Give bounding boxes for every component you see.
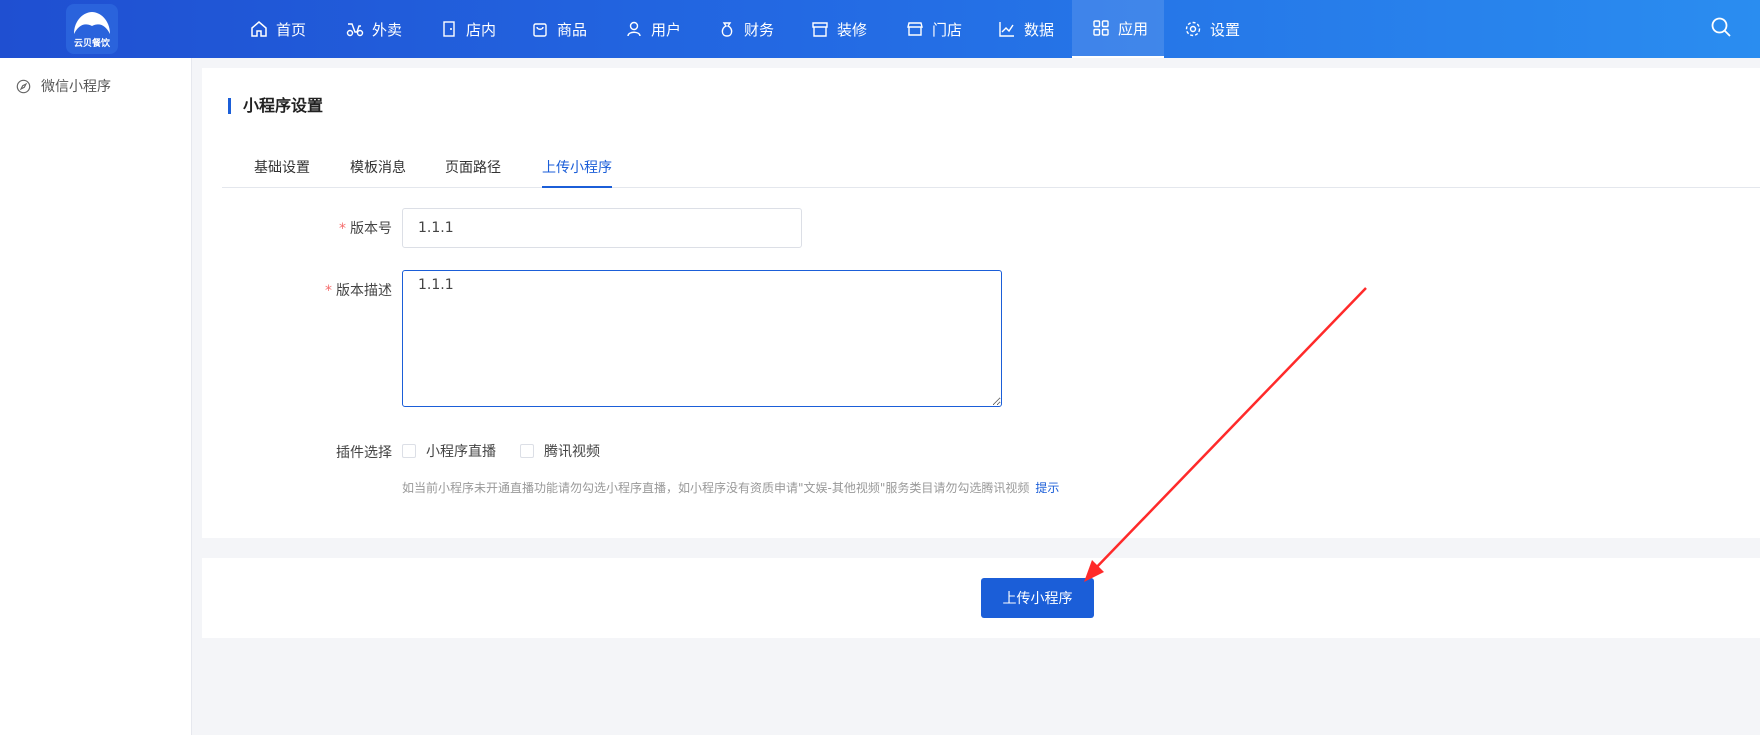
required-mark: * bbox=[339, 221, 346, 237]
tab-template-messages[interactable]: 模板消息 bbox=[350, 156, 406, 188]
nav-item-apps[interactable]: 应用 bbox=[1072, 0, 1164, 58]
action-bar: 上传小程序 bbox=[202, 558, 1760, 638]
tab-page-paths[interactable]: 页面路径 bbox=[445, 156, 501, 188]
required-mark: * bbox=[325, 283, 332, 299]
description-textarea[interactable]: 1.1.1 bbox=[402, 270, 1002, 407]
tab-basic-settings[interactable]: 基础设置 bbox=[254, 156, 310, 188]
tab-bar: 基础设置 模板消息 页面路径 上传小程序 bbox=[222, 156, 1760, 188]
nav-label: 外卖 bbox=[372, 20, 403, 39]
search-icon[interactable] bbox=[1710, 16, 1732, 38]
nav-item-home[interactable]: 首页 bbox=[250, 0, 306, 58]
door-icon bbox=[440, 20, 458, 38]
nav-label: 财务 bbox=[744, 20, 775, 39]
nav-label: 数据 bbox=[1024, 20, 1055, 39]
user-icon bbox=[625, 20, 643, 38]
settings-panel: 小程序设置 基础设置 模板消息 页面路径 上传小程序 *版本号 *版本描述 1.… bbox=[202, 68, 1760, 538]
nav-label: 首页 bbox=[276, 20, 307, 39]
brand-logo[interactable]: 云贝餐饮 bbox=[66, 4, 118, 54]
nav-item-takeaway[interactable]: 外卖 bbox=[346, 0, 402, 58]
nav-label: 装修 bbox=[837, 20, 868, 39]
nav-label: 店内 bbox=[466, 20, 497, 39]
nav-label: 商品 bbox=[557, 20, 588, 39]
version-label: * 版本号 bbox=[242, 218, 392, 238]
plugin-live-checkbox[interactable]: 小程序直播 bbox=[402, 441, 496, 461]
home-icon bbox=[250, 20, 268, 38]
nav-item-data[interactable]: 数据 bbox=[998, 0, 1054, 58]
moneybag-icon bbox=[718, 20, 736, 38]
upload-miniprogram-button[interactable]: 上传小程序 bbox=[981, 578, 1094, 618]
sidebar-item-label: 微信小程序 bbox=[41, 79, 111, 95]
plugin-hint: 如当前小程序未开通直播功能请勿勾选小程序直播，如小程序没有资质申请"文娱-其他视… bbox=[402, 479, 1059, 496]
nav-item-users[interactable]: 用户 bbox=[625, 0, 681, 58]
plugin-checkbox-group: 小程序直播 腾讯视频 bbox=[402, 441, 624, 461]
nav-item-dine-in[interactable]: 店内 bbox=[440, 0, 496, 58]
hint-link[interactable]: 提示 bbox=[1035, 481, 1059, 495]
nav-item-stores[interactable]: 门店 bbox=[906, 0, 962, 58]
hint-text: 如当前小程序未开通直播功能请勿勾选小程序直播，如小程序没有资质申请"文娱-其他视… bbox=[402, 481, 1030, 495]
tab-upload-miniprogram[interactable]: 上传小程序 bbox=[542, 156, 612, 188]
checkbox-box[interactable] bbox=[520, 444, 534, 458]
sidebar: 微信小程序 bbox=[0, 58, 192, 735]
nav-label: 设置 bbox=[1210, 20, 1241, 39]
version-input[interactable] bbox=[402, 208, 802, 248]
cloud-logo-icon bbox=[74, 12, 110, 34]
nav-item-settings[interactable]: 设置 bbox=[1184, 0, 1240, 58]
compass-icon bbox=[16, 79, 31, 94]
nav-label: 用户 bbox=[651, 20, 682, 39]
nav-item-products[interactable]: 商品 bbox=[531, 0, 587, 58]
nav-label: 应用 bbox=[1118, 19, 1149, 38]
gear-icon bbox=[1184, 20, 1202, 38]
plugin-video-checkbox[interactable]: 腾讯视频 bbox=[520, 441, 600, 461]
apps-icon bbox=[1092, 19, 1110, 37]
nav-item-finance[interactable]: 财务 bbox=[718, 0, 774, 58]
checkbox-label: 小程序直播 bbox=[426, 444, 496, 460]
logo-text: 云贝餐饮 bbox=[73, 39, 110, 49]
panel-title: 小程序设置 bbox=[228, 98, 323, 114]
plugin-label: 插件选择 bbox=[336, 445, 392, 461]
shop-icon bbox=[811, 20, 829, 38]
description-label: * 版本描述 bbox=[242, 280, 392, 300]
top-nav-bar: 云贝餐饮 首页 外卖 店内 商品 用户 财务 装修 门店 数据 应用 设置 bbox=[0, 0, 1760, 58]
description-label-text: 版本描述 bbox=[336, 283, 392, 299]
store-icon bbox=[906, 20, 924, 38]
bag-icon bbox=[531, 20, 549, 38]
sidebar-item-wechat-miniprogram[interactable]: 微信小程序 bbox=[16, 76, 111, 96]
scooter-icon bbox=[346, 20, 364, 38]
version-label-text: 版本号 bbox=[350, 221, 392, 237]
nav-item-decorate[interactable]: 装修 bbox=[811, 0, 867, 58]
checkbox-label: 腾讯视频 bbox=[544, 444, 600, 460]
chart-icon bbox=[998, 20, 1016, 38]
checkbox-box[interactable] bbox=[402, 444, 416, 458]
nav-label: 门店 bbox=[932, 20, 963, 39]
